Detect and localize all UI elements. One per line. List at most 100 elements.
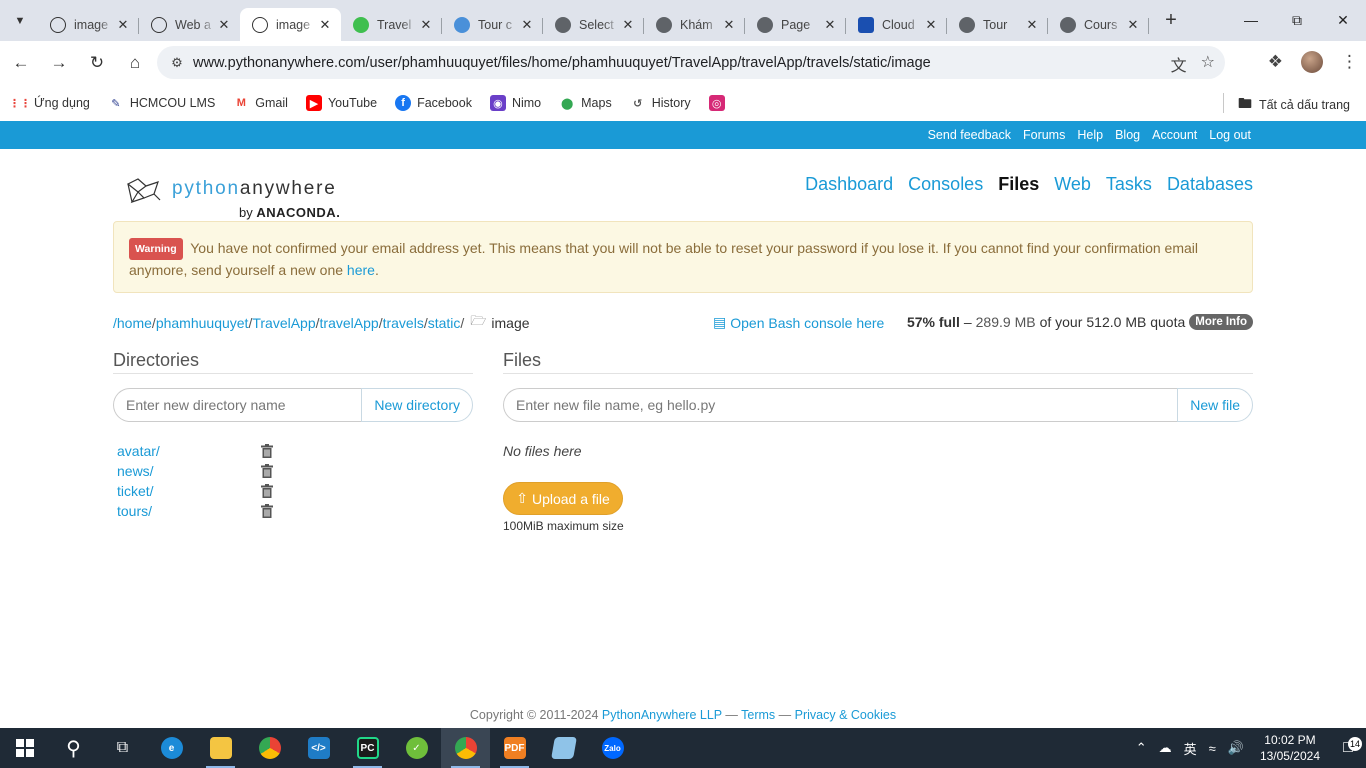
start-button[interactable]: [0, 728, 49, 768]
chrome-profile-icon[interactable]: [441, 728, 490, 768]
tray-chevron-icon[interactable]: ⌃: [1136, 740, 1147, 756]
browser-tab[interactable]: Tour ✕: [947, 9, 1048, 41]
input-language-icon[interactable]: 英: [1184, 739, 1197, 758]
breadcrumb-segment[interactable]: static: [428, 315, 461, 331]
directory-link[interactable]: tours/: [117, 503, 152, 519]
vscode-icon[interactable]: </>: [294, 728, 343, 768]
translate-icon[interactable]: 文: [1171, 52, 1187, 76]
topbar-link-forums[interactable]: Forums: [1023, 128, 1065, 142]
nav-consoles[interactable]: Consoles: [908, 174, 983, 195]
tab-close-icon[interactable]: ✕: [115, 17, 131, 33]
wifi-icon[interactable]: ≈: [1209, 741, 1216, 756]
tab-close-icon[interactable]: ✕: [216, 17, 232, 33]
topbar-link-blog[interactable]: Blog: [1115, 128, 1140, 142]
bookmark-item[interactable]: ◎: [708, 95, 731, 111]
breadcrumb-segment[interactable]: travelApp: [320, 315, 379, 331]
coc-coc-icon[interactable]: ✓: [392, 728, 441, 768]
nav-dashboard[interactable]: Dashboard: [805, 174, 893, 195]
directory-link[interactable]: news/: [117, 463, 154, 479]
bookmark-item[interactable]: M Gmail: [233, 95, 288, 111]
profile-avatar[interactable]: [1301, 51, 1323, 73]
pythonanywhere-logo[interactable]: pythonanywhere by ANACONDA.: [124, 174, 354, 222]
bookmark-star-icon[interactable]: ☆: [1201, 52, 1215, 76]
new-file-button[interactable]: New file: [1177, 388, 1253, 422]
all-bookmarks[interactable]: 🖿 Tất cả dấu trang: [1238, 93, 1350, 117]
home-icon[interactable]: ⌂: [118, 46, 152, 80]
delete-trash-icon[interactable]: [260, 504, 274, 518]
nav-tasks[interactable]: Tasks: [1106, 174, 1152, 195]
bookmark-item[interactable]: ◉ Nimo: [489, 95, 541, 111]
bookmark-item[interactable]: f Facebook: [395, 95, 472, 111]
site-info-icon[interactable]: ⚙: [163, 55, 191, 71]
nav-web[interactable]: Web: [1054, 174, 1091, 195]
bookmark-item[interactable]: ✎ HCMCOU LMS: [108, 95, 215, 111]
browser-tab[interactable]: Page ✕: [745, 9, 846, 41]
bookmark-item[interactable]: ▶ YouTube: [305, 95, 377, 111]
chrome-icon[interactable]: [245, 728, 294, 768]
bookmark-item[interactable]: ⋮⋮ Ứng dụng: [9, 95, 90, 111]
pycharm-icon[interactable]: PC: [343, 728, 392, 768]
url-text[interactable]: www.pythonanywhere.com/user/phamhuuquyet…: [193, 55, 931, 71]
tab-close-icon[interactable]: ✕: [1125, 17, 1141, 33]
nav-databases[interactable]: Databases: [1167, 174, 1253, 195]
footer-privacy-link[interactable]: Privacy & Cookies: [795, 708, 896, 722]
upload-file-button[interactable]: ⇧ Upload a file: [503, 482, 623, 515]
notes-app-icon[interactable]: [539, 728, 588, 768]
tab-close-icon[interactable]: ✕: [1024, 17, 1040, 33]
minimize-icon[interactable]: —: [1228, 0, 1274, 40]
breadcrumb-segment[interactable]: phamhuuquyet: [156, 315, 249, 331]
tab-close-icon[interactable]: ✕: [519, 17, 535, 33]
tab-close-icon[interactable]: ✕: [620, 17, 636, 33]
volume-icon[interactable]: 🔊: [1228, 740, 1244, 756]
browser-tab[interactable]: Travel ✕: [341, 9, 442, 41]
onedrive-icon[interactable]: ☁: [1159, 740, 1172, 756]
new-directory-input[interactable]: Enter new directory name: [113, 388, 362, 422]
browser-tab[interactable]: Tour c ✕: [442, 9, 543, 41]
breadcrumb-segment[interactable]: travels: [383, 315, 424, 331]
open-bash-console-link[interactable]: ▤ Open Bash console here: [713, 314, 884, 331]
forward-icon[interactable]: →: [42, 46, 76, 80]
resend-confirmation-link[interactable]: here: [347, 262, 375, 278]
nav-files[interactable]: Files: [998, 174, 1039, 195]
back-icon[interactable]: ←: [4, 46, 38, 80]
browser-tab[interactable]: Web a ✕: [139, 9, 240, 41]
new-file-input[interactable]: Enter new file name, eg hello.py: [503, 388, 1178, 422]
directory-link[interactable]: ticket/: [117, 483, 154, 499]
footer-company-link[interactable]: PythonAnywhere LLP: [602, 708, 722, 722]
tab-close-icon[interactable]: ✕: [923, 17, 939, 33]
reload-icon[interactable]: ↻: [80, 46, 114, 80]
more-info-button[interactable]: More Info: [1189, 314, 1253, 330]
restore-icon[interactable]: ⧉: [1274, 0, 1320, 40]
menu-kebab-icon[interactable]: ⋮: [1341, 52, 1358, 72]
address-bar[interactable]: ⚙ www.pythonanywhere.com/user/phamhuuquy…: [157, 46, 1225, 79]
edge-icon[interactable]: e: [147, 728, 196, 768]
tab-search-icon[interactable]: ▼: [6, 7, 34, 35]
file-explorer-icon[interactable]: [196, 728, 245, 768]
pdf-app-icon[interactable]: PDF: [490, 728, 539, 768]
topbar-link-account[interactable]: Account: [1152, 128, 1197, 142]
topbar-link-send-feedback[interactable]: Send feedback: [928, 128, 1011, 142]
new-directory-button[interactable]: New directory: [361, 388, 473, 422]
browser-tab[interactable]: Cloud ✕: [846, 9, 947, 41]
browser-tab[interactable]: Cours ✕: [1048, 9, 1149, 41]
tab-close-icon[interactable]: ✕: [721, 17, 737, 33]
zalo-icon[interactable]: Zalo: [588, 728, 637, 768]
tab-close-icon[interactable]: ✕: [317, 17, 333, 33]
breadcrumb-segment[interactable]: /home: [113, 315, 152, 331]
browser-tab[interactable]: Select ✕: [543, 9, 644, 41]
topbar-link-log-out[interactable]: Log out: [1209, 128, 1251, 142]
browser-tab[interactable]: Khám ✕: [644, 9, 745, 41]
topbar-link-help[interactable]: Help: [1077, 128, 1103, 142]
delete-trash-icon[interactable]: [260, 464, 274, 478]
new-tab-button[interactable]: +: [1157, 7, 1185, 35]
task-view-icon[interactable]: ⧉: [98, 728, 147, 768]
breadcrumb-segment[interactable]: TravelApp: [252, 315, 315, 331]
taskbar-search-icon[interactable]: ⚲: [49, 728, 98, 768]
delete-trash-icon[interactable]: [260, 444, 274, 458]
notifications-icon[interactable]: □ 14: [1330, 737, 1366, 757]
bookmark-item[interactable]: ↺ History: [630, 95, 691, 111]
browser-tab[interactable]: image ✕: [240, 8, 341, 41]
tab-close-icon[interactable]: ✕: [418, 17, 434, 33]
tab-close-icon[interactable]: ✕: [822, 17, 838, 33]
directory-link[interactable]: avatar/: [117, 443, 160, 459]
